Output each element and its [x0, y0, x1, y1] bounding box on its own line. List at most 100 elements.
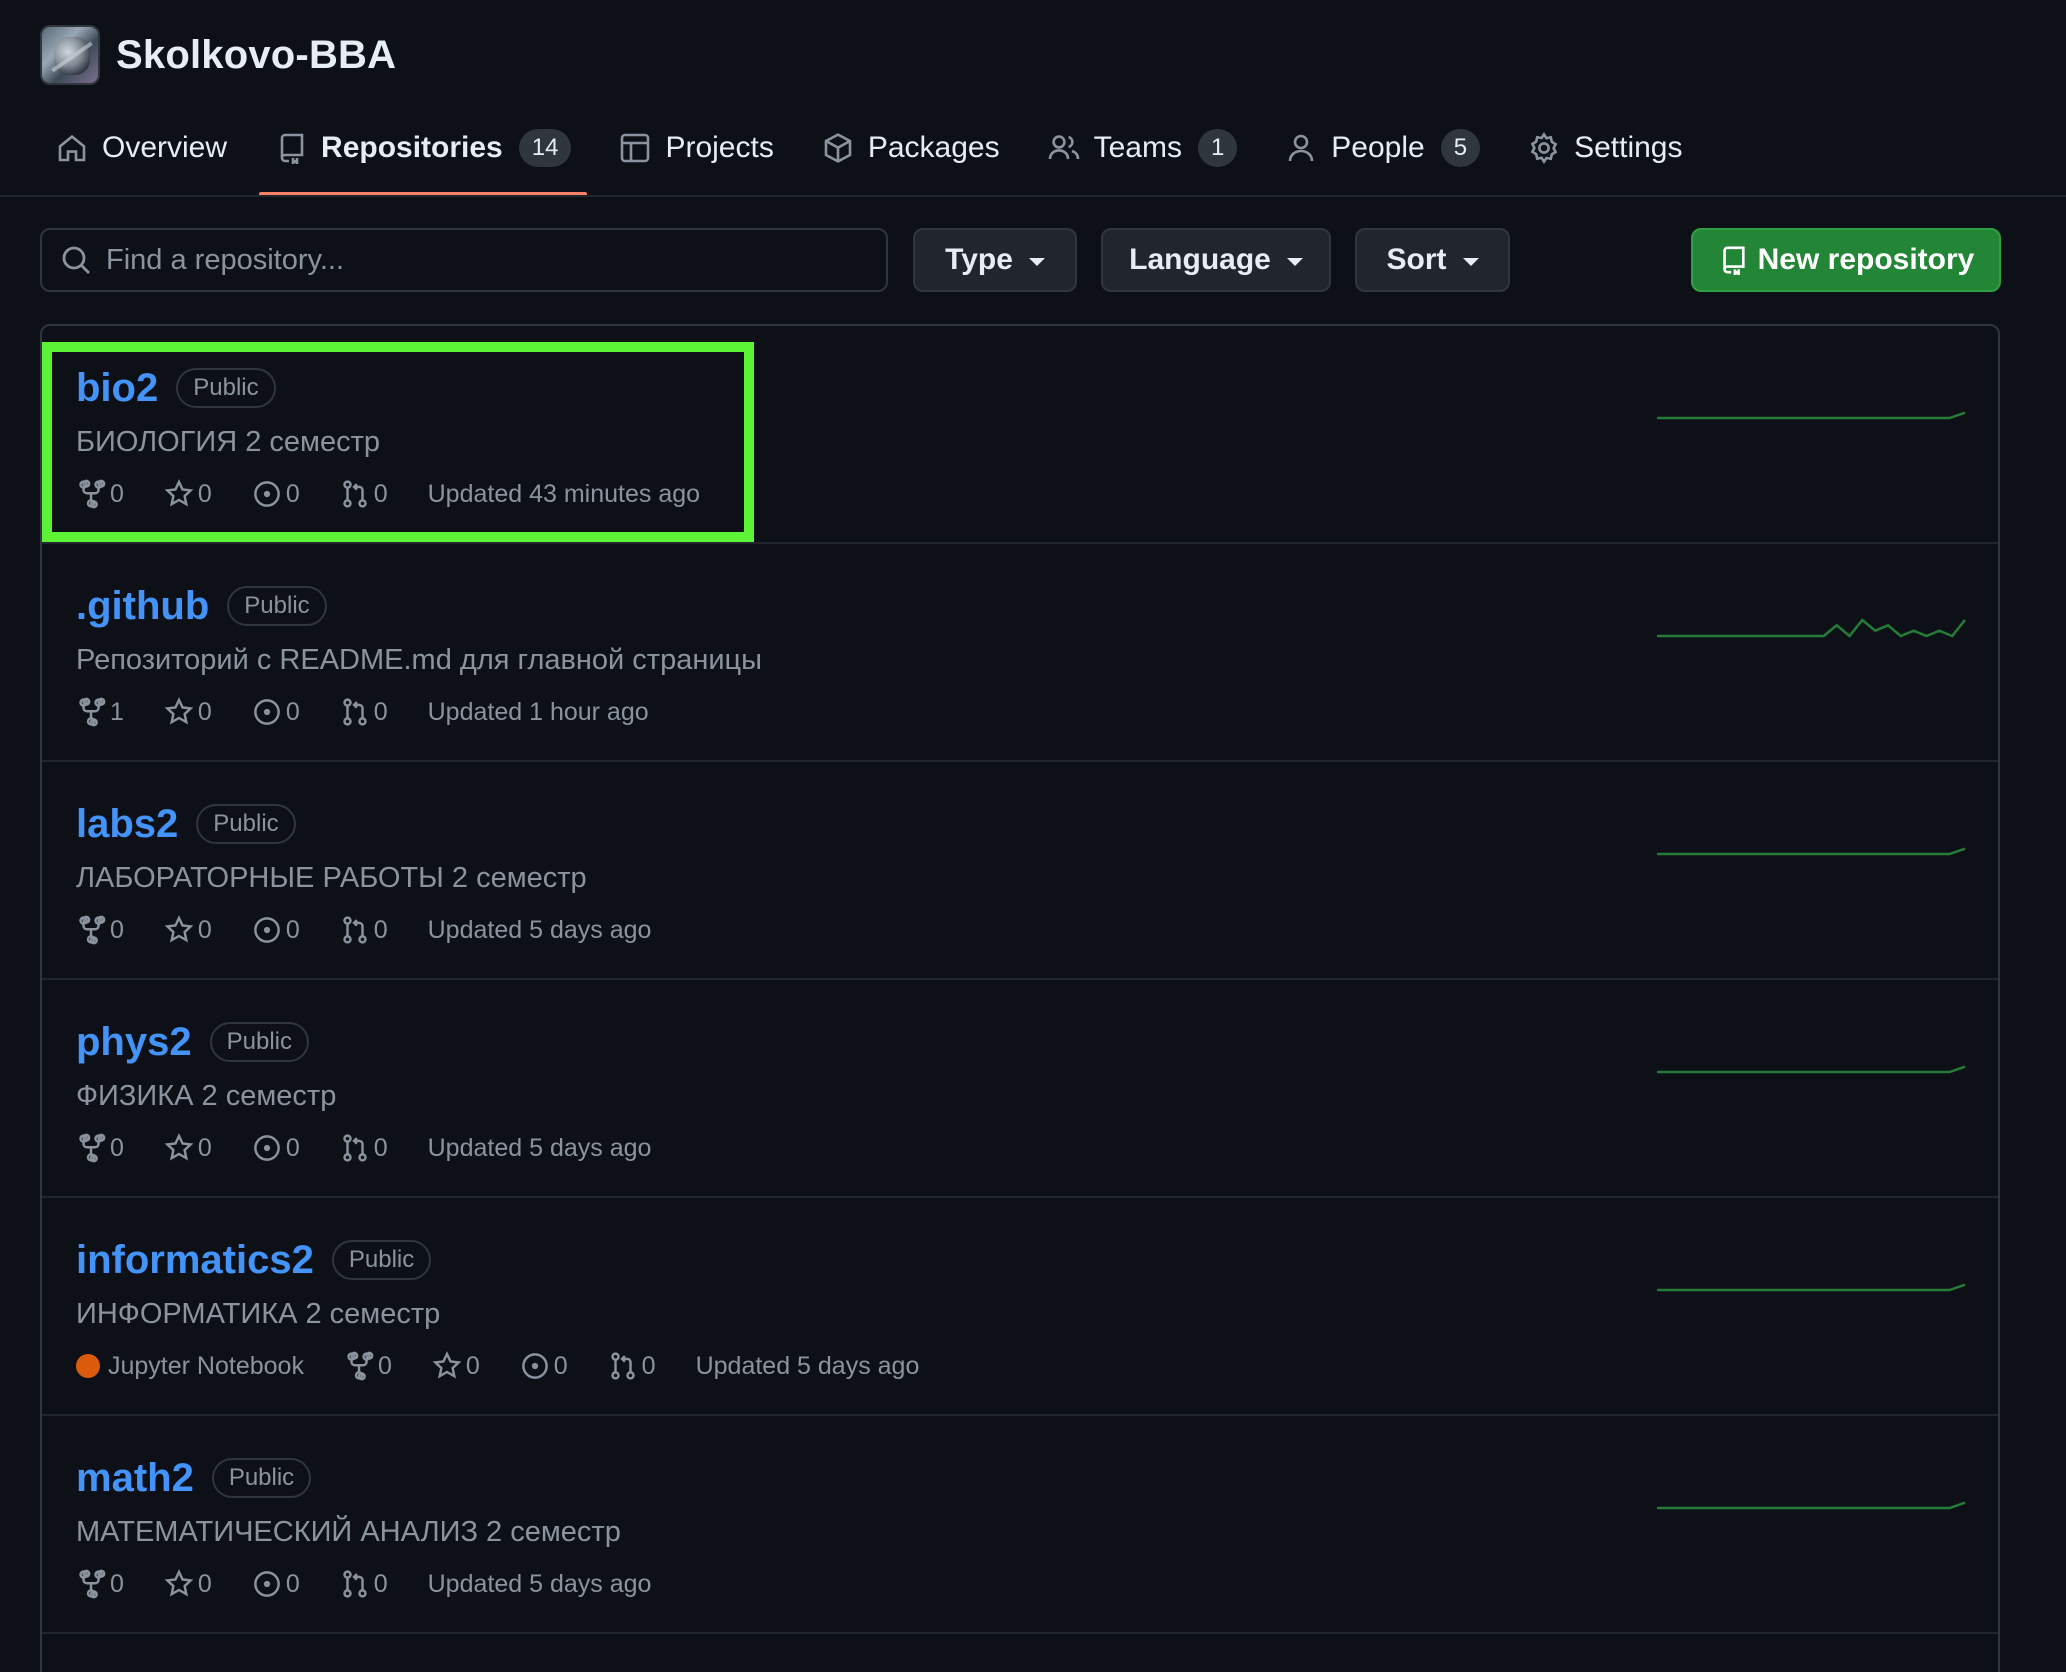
language-filter-button[interactable]: Language — [1101, 228, 1331, 292]
pull-requests-link[interactable]: 0 — [340, 915, 388, 945]
tab-label: Packages — [867, 131, 1000, 164]
forks-link[interactable]: 0 — [344, 1351, 392, 1381]
pull-requests-link[interactable]: 0 — [340, 1133, 388, 1163]
org-avatar[interactable] — [40, 25, 100, 85]
pull-requests-count: 0 — [373, 915, 388, 944]
issues-link[interactable]: 0 — [252, 1569, 300, 1599]
issues-count: 0 — [285, 915, 300, 944]
activity-sparkline — [1657, 847, 1966, 856]
tab-overview[interactable]: Overview — [40, 120, 243, 176]
visibility-badge: Public — [209, 1022, 309, 1062]
pull-requests-count: 0 — [373, 1569, 388, 1598]
sparkline-path — [1657, 1501, 1966, 1510]
forks-link[interactable]: 0 — [76, 479, 124, 509]
repository-search[interactable] — [40, 228, 888, 292]
activity-sparkline — [1657, 618, 1966, 638]
sparkline-path — [1657, 1283, 1966, 1292]
stars-link[interactable]: 0 — [164, 479, 212, 509]
repo-language-label: Jupyter Notebook — [108, 1351, 304, 1380]
pull-requests-link[interactable]: 0 — [608, 1351, 656, 1381]
forks-count: 0 — [110, 1569, 124, 1598]
repo-description: БИОЛОГИЯ 2 семестр — [76, 426, 381, 458]
new-repository-button[interactable]: New repository — [1691, 228, 2001, 292]
forks-link[interactable]: 0 — [76, 915, 124, 945]
tab-label: Projects — [665, 131, 774, 164]
repo-description: ИНФОРМАТИКА 2 семестр — [76, 1298, 441, 1330]
repo-name-link[interactable]: labs2 — [76, 802, 178, 847]
tab-packages[interactable]: Packages — [806, 120, 1016, 176]
issues-link[interactable]: 0 — [252, 697, 300, 727]
forks-link[interactable]: 0 — [76, 1569, 124, 1599]
stars-link[interactable]: 0 — [164, 1133, 212, 1163]
visibility-badge: Public — [331, 1240, 432, 1280]
sort-label: Sort — [1386, 243, 1447, 276]
repo-name-link[interactable]: informatics2 — [76, 1238, 314, 1283]
repo-icon — [280, 133, 304, 164]
pull-requests-count: 0 — [641, 1351, 656, 1380]
repo-meta: 1 0 0 0 Updated 1 hour ago — [76, 692, 649, 732]
pull-request-icon — [343, 1570, 367, 1598]
table-icon — [621, 133, 650, 163]
tab-teams[interactable]: Teams 1 — [1032, 120, 1254, 176]
pull-requests-link[interactable]: 0 — [340, 1569, 388, 1599]
pull-requests-link[interactable]: 0 — [340, 479, 388, 509]
forks-link[interactable]: 0 — [76, 1133, 124, 1163]
stars-link[interactable]: 0 — [164, 915, 212, 945]
pull-requests-count: 0 — [373, 479, 388, 508]
forks-link[interactable]: 1 — [76, 697, 124, 727]
pull-requests-link[interactable]: 0 — [340, 697, 388, 727]
sparkline-path — [1657, 411, 1966, 420]
issues-count: 0 — [285, 697, 300, 726]
updated-time: Updated 5 days ago — [427, 1133, 652, 1162]
issues-link[interactable]: 0 — [252, 1133, 300, 1163]
updated-time: Updated 5 days ago — [427, 915, 652, 944]
pull-request-icon — [610, 1352, 635, 1380]
stars-link[interactable]: 0 — [432, 1351, 480, 1381]
issues-count: 0 — [285, 1569, 300, 1598]
org-name[interactable]: Skolkovo-BBA — [116, 33, 396, 78]
repo-title-row: labs2 Public — [76, 798, 296, 850]
star-icon — [164, 1133, 194, 1161]
issue-icon — [253, 1571, 280, 1597]
tab-label: People — [1331, 131, 1425, 164]
stars-link[interactable]: 0 — [164, 697, 212, 727]
issues-link[interactable]: 0 — [252, 915, 300, 945]
type-filter-button[interactable]: Type — [913, 228, 1077, 292]
search-input[interactable] — [106, 230, 886, 290]
repo-name-link[interactable]: bio2 — [76, 366, 158, 411]
repo-description: ЛАБОРАТОРНЫЕ РАБОТЫ 2 семестр — [76, 862, 587, 894]
repository-row: .github Public Репозиторий с README.md для… — [42, 544, 1998, 762]
activity-sparkline — [1657, 411, 1966, 420]
repository-row: phys2 Public ФИЗИКА 2 семестр 0 0 0 0 Updated 5… — [42, 980, 1998, 1198]
tab-settings[interactable]: Settings — [1512, 120, 1698, 176]
repo-name-link[interactable]: math2 — [76, 1456, 194, 1501]
stars-count: 0 — [197, 1133, 212, 1162]
repository-row: labs2 Public ЛАБОРАТОРНЫЕ РАБОТЫ 2 семестр… — [42, 762, 1998, 980]
issues-count: 0 — [285, 479, 300, 508]
issues-link[interactable]: 0 — [252, 479, 300, 509]
sort-button[interactable]: Sort — [1355, 228, 1510, 292]
repo-icon — [1722, 246, 1745, 275]
repo-title-row: .github Public — [76, 580, 327, 632]
pull-request-icon — [343, 698, 367, 726]
issue-icon — [253, 917, 280, 943]
issues-link[interactable]: 0 — [520, 1351, 568, 1381]
stars-count: 0 — [465, 1351, 480, 1380]
new-repository-label: New repository — [1757, 243, 1975, 276]
repo-name-link[interactable]: .github — [76, 584, 209, 629]
person-icon — [1288, 134, 1314, 162]
header-divider — [0, 195, 2066, 197]
repo-language: Jupyter Notebook — [76, 1352, 304, 1381]
repo-title-row: math2 Public — [76, 1452, 312, 1504]
chevron-down-icon — [1028, 258, 1045, 266]
tab-people[interactable]: People 5 — [1269, 120, 1496, 176]
star-icon — [164, 1569, 194, 1597]
teams-count: 1 — [1197, 129, 1238, 167]
pull-requests-count: 0 — [373, 697, 388, 726]
tab-projects[interactable]: Projects — [603, 120, 789, 176]
star-icon — [164, 915, 194, 943]
repo-name-link[interactable]: phys2 — [76, 1020, 192, 1065]
stars-link[interactable]: 0 — [164, 1569, 212, 1599]
stars-count: 0 — [197, 915, 212, 944]
tab-repositories[interactable]: Repositories 14 — [259, 120, 588, 196]
